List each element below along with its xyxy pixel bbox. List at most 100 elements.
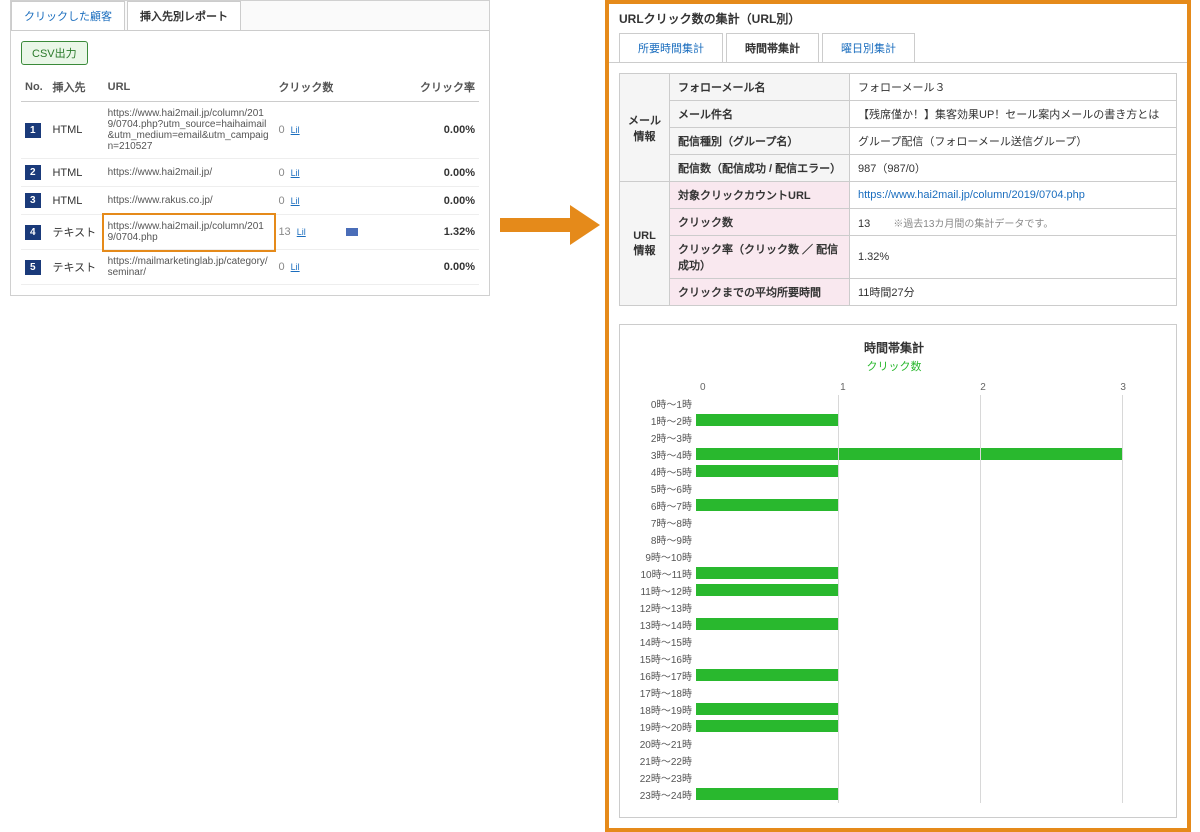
tab-time-required[interactable]: 所要時間集計 — [619, 33, 723, 62]
chart-bar — [696, 788, 838, 800]
right-tabs: 所要時間集計 時間帯集計 曜日別集計 — [609, 33, 1187, 63]
row-bar — [342, 187, 412, 215]
chart-row-label: 5時～6時 — [632, 481, 696, 496]
row-dest: テキスト — [48, 250, 103, 285]
csv-export-button[interactable]: CSV出力 — [21, 41, 88, 65]
chart-track — [696, 667, 1122, 684]
url-click-detail-panel: URLクリック数の集計（URL別） 所要時間集計 時間帯集計 曜日別集計 メール… — [605, 0, 1191, 832]
chart-row-label: 3時～4時 — [632, 447, 696, 462]
row-url: https://www.hai2mail.jp/column/2019/0704… — [104, 215, 275, 250]
chart-row: 15時～16時 — [632, 650, 1156, 667]
chart-row: 5時～6時 — [632, 480, 1156, 497]
chart-row-label: 6時～7時 — [632, 498, 696, 513]
chart-row: 13時～14時 — [632, 616, 1156, 633]
row-dest: HTML — [48, 102, 103, 159]
chart-bar — [696, 720, 838, 732]
info-table: メール 情報 フォローメール名 フォローメール３ メール件名 【残席僅か！】集客… — [619, 73, 1177, 306]
chart-title: 時間帯集計 — [632, 339, 1156, 356]
chart-row-label: 22時～23時 — [632, 770, 696, 785]
lbl-clickrate: クリック率（クリック数 ／ 配信成功） — [670, 236, 850, 279]
target-url-link[interactable]: https://www.hai2mail.jp/column/2019/0704… — [858, 189, 1085, 201]
tab-time-band[interactable]: 時間帯集計 — [726, 33, 819, 62]
chart-row-label: 15時～16時 — [632, 651, 696, 666]
table-row[interactable]: 5テキストhttps://mailmarketinglab.jp/categor… — [21, 250, 479, 285]
chart-icon[interactable]: Lil — [297, 227, 306, 237]
row-num: 4 — [25, 225, 41, 240]
chart-row: 7時～8時 — [632, 514, 1156, 531]
chart-track — [696, 395, 1122, 412]
chart-bar — [696, 669, 838, 681]
tab-weekday[interactable]: 曜日別集計 — [822, 33, 915, 62]
chart-row-label: 14時～15時 — [632, 634, 696, 649]
chart-row-label: 1時～2時 — [632, 413, 696, 428]
val-avgtime: 11時間27分 — [850, 279, 1177, 306]
chart-row: 8時～9時 — [632, 531, 1156, 548]
val-disttype: グループ配信（フォローメール送信グループ） — [850, 128, 1177, 155]
chart-track — [696, 565, 1122, 582]
lbl-distcount: 配信数（配信成功 / 配信エラー） — [670, 155, 850, 182]
chart-track — [696, 752, 1122, 769]
chart-icon[interactable]: Lil — [291, 196, 300, 206]
val-followname: フォローメール３ — [850, 74, 1177, 101]
chart-row: 23時～24時 — [632, 786, 1156, 803]
chart-row: 20時～21時 — [632, 735, 1156, 752]
chart-bar — [696, 584, 838, 596]
axis-tick: 1 — [840, 382, 846, 393]
chart-track — [696, 582, 1122, 599]
chart-track — [696, 497, 1122, 514]
chart-row-label: 9時～10時 — [632, 549, 696, 564]
chart-row: 17時～18時 — [632, 684, 1156, 701]
chart-row: 19時～20時 — [632, 718, 1156, 735]
row-rate: 0.00% — [412, 250, 479, 285]
chart-row-label: 7時～8時 — [632, 515, 696, 530]
chart-row: 1時～2時 — [632, 412, 1156, 429]
chart-track — [696, 735, 1122, 752]
chart-row-label: 8時～9時 — [632, 532, 696, 547]
table-row[interactable]: 3HTMLhttps://www.rakus.co.jp/0 Lil0.00% — [21, 187, 479, 215]
row-rate: 0.00% — [412, 187, 479, 215]
chart-row: 14時～15時 — [632, 633, 1156, 650]
table-row[interactable]: 1 HTMLhttps://www.hai2mail.jp/column/2019… — [21, 102, 479, 159]
row-dest: HTML — [48, 187, 103, 215]
chart-track — [696, 531, 1122, 548]
chart-track — [696, 684, 1122, 701]
chart-bar — [696, 448, 1122, 460]
val-subject: 【残席僅か！】集客効果UP！セール案内メールの書き方とは — [850, 101, 1177, 128]
row-clicks: 13 Lil — [274, 215, 341, 250]
chart-row: 18時～19時 — [632, 701, 1156, 718]
row-bar — [342, 250, 412, 285]
left-tabs: クリックした顧客 挿入先別レポート — [11, 1, 489, 31]
hourly-chart: 時間帯集計 クリック数 0123 0時～1時1時～2時2時～3時3時～4時4時～… — [619, 324, 1177, 818]
chart-row: 21時～22時 — [632, 752, 1156, 769]
arrow-icon — [500, 200, 605, 250]
table-row[interactable]: 4テキストhttps://www.hai2mail.jp/column/2019… — [21, 215, 479, 250]
chart-track — [696, 429, 1122, 446]
chart-bar — [696, 499, 838, 511]
chart-track — [696, 463, 1122, 480]
chart-row-label: 16時～17時 — [632, 668, 696, 683]
col-rate: クリック率 — [412, 73, 479, 102]
row-num: 2 — [25, 165, 41, 180]
chart-row: 2時～3時 — [632, 429, 1156, 446]
tab-insertion-report[interactable]: 挿入先別レポート — [127, 1, 241, 30]
chart-track — [696, 412, 1122, 429]
chart-row-label: 18時～19時 — [632, 702, 696, 717]
chart-row-label: 13時～14時 — [632, 617, 696, 632]
chart-row-label: 10時～11時 — [632, 566, 696, 581]
chart-icon[interactable]: Lil — [291, 125, 300, 135]
chart-icon[interactable]: Lil — [291, 262, 300, 272]
chart-icon[interactable]: Lil — [291, 168, 300, 178]
chart-row-label: 11時～12時 — [632, 583, 696, 598]
chart-row: 22時～23時 — [632, 769, 1156, 786]
clicks-note: ※過去13カ月間の集計データです。 — [893, 219, 1053, 230]
col-no: No. — [21, 73, 48, 102]
row-bar — [342, 102, 412, 159]
row-url: https://www.hai2mail.jp/column/2019/0704… — [104, 102, 275, 159]
chart-row-label: 4時～5時 — [632, 464, 696, 479]
row-num: 1 — [25, 123, 41, 138]
table-row[interactable]: 2HTMLhttps://www.hai2mail.jp/0 Lil0.00% — [21, 159, 479, 187]
row-rate: 0.00% — [412, 159, 479, 187]
axis-tick: 0 — [700, 382, 706, 393]
tab-clicked-customers[interactable]: クリックした顧客 — [11, 1, 125, 30]
chart-row: 4時～5時 — [632, 463, 1156, 480]
